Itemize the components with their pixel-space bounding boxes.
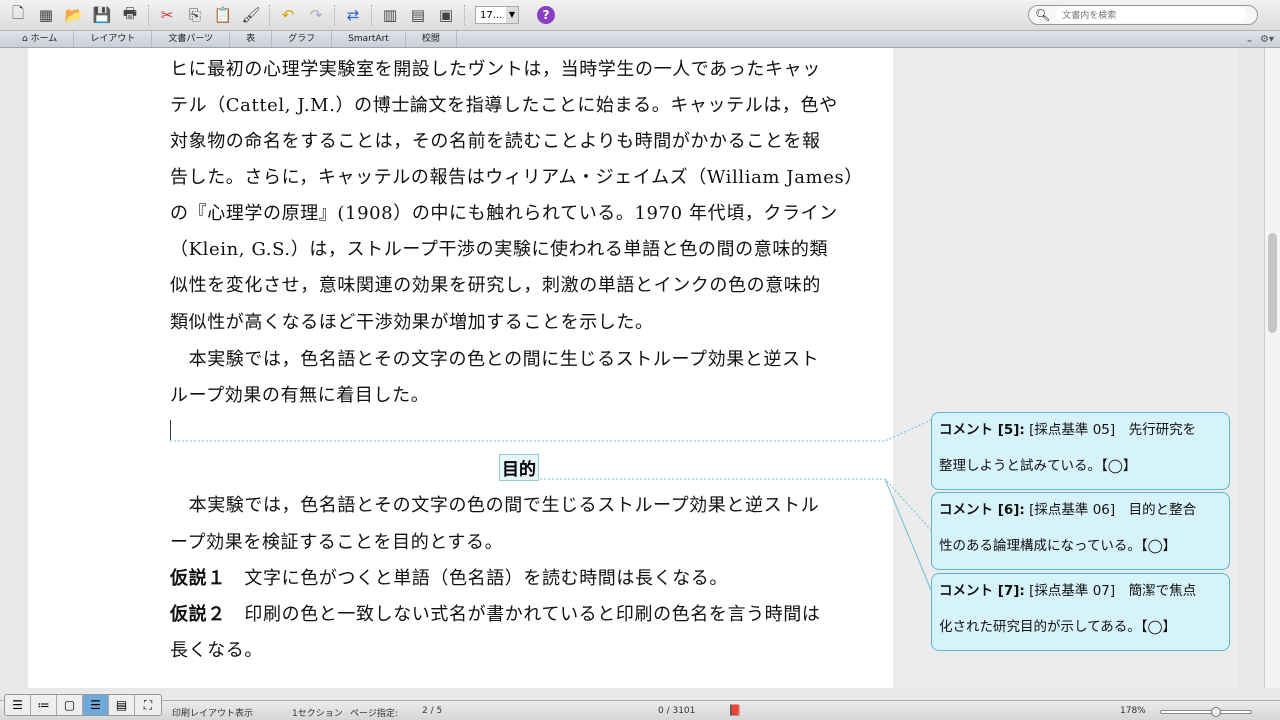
draft-view-icon[interactable]: ☰ [5, 695, 31, 715]
comment-label: コメント [7]: [939, 583, 1025, 599]
notebook-view-icon[interactable]: ▤ [109, 695, 135, 715]
page-number[interactable]: 2 / 5 [422, 706, 442, 716]
section-count: 1セクション [292, 709, 343, 719]
full-screen-view-icon[interactable]: ⛶ [135, 695, 161, 715]
comment-7[interactable]: コメント [7]: [採点基準 07] 簡潔で焦点化された研究目的が示してある。… [931, 573, 1230, 651]
comment-6[interactable]: コメント [6]: [採点基準 06] 目的と整合性のある論理構成になっている。… [931, 492, 1230, 570]
comment-text: 整理しようと試みている。【◯】 [939, 458, 1137, 474]
publishing-view-icon[interactable]: ▢ [57, 695, 83, 715]
comment-text: 化された研究目的が示してある。【◯】 [939, 619, 1177, 635]
status-bar: 印刷レイアウト表示 1セクション ページ指定: 2 / 5 0 / 3101 📕… [0, 700, 1280, 720]
comment-label: コメント [5]: [939, 422, 1025, 438]
proofing-error-icon[interactable]: 📕 [728, 704, 742, 717]
comment-text: [採点基準 07] 簡潔で焦点 [1029, 583, 1197, 599]
zoom-slider-knob[interactable] [1211, 707, 1221, 717]
print-layout-view-icon[interactable]: ☰ [83, 695, 109, 715]
comment-text: [採点基準 06] 目的と整合 [1029, 502, 1197, 518]
view-mode-label: 印刷レイアウト表示 [172, 709, 254, 719]
view-buttons: ☰ ≔ ▢ ☰ ▤ ⛶ [4, 694, 162, 716]
zoom-slider[interactable] [1160, 707, 1252, 717]
outline-view-icon[interactable]: ≔ [31, 695, 57, 715]
zoom-level: 178% [1120, 706, 1146, 716]
vertical-scrollbar[interactable] [1264, 48, 1280, 688]
comment-5[interactable]: コメント [5]: [採点基準 05] 先行研究を整理しようと試みている。【◯】 [931, 412, 1230, 490]
word-count[interactable]: 0 / 3101 [658, 706, 695, 716]
comment-text: 性のある論理構成になっている。【◯】 [939, 538, 1177, 554]
page-label: ページ指定: [350, 709, 398, 719]
scroll-thumb[interactable] [1268, 233, 1277, 333]
comment-label: コメント [6]: [939, 502, 1025, 518]
comment-text: [採点基準 05] 先行研究を [1029, 422, 1197, 438]
